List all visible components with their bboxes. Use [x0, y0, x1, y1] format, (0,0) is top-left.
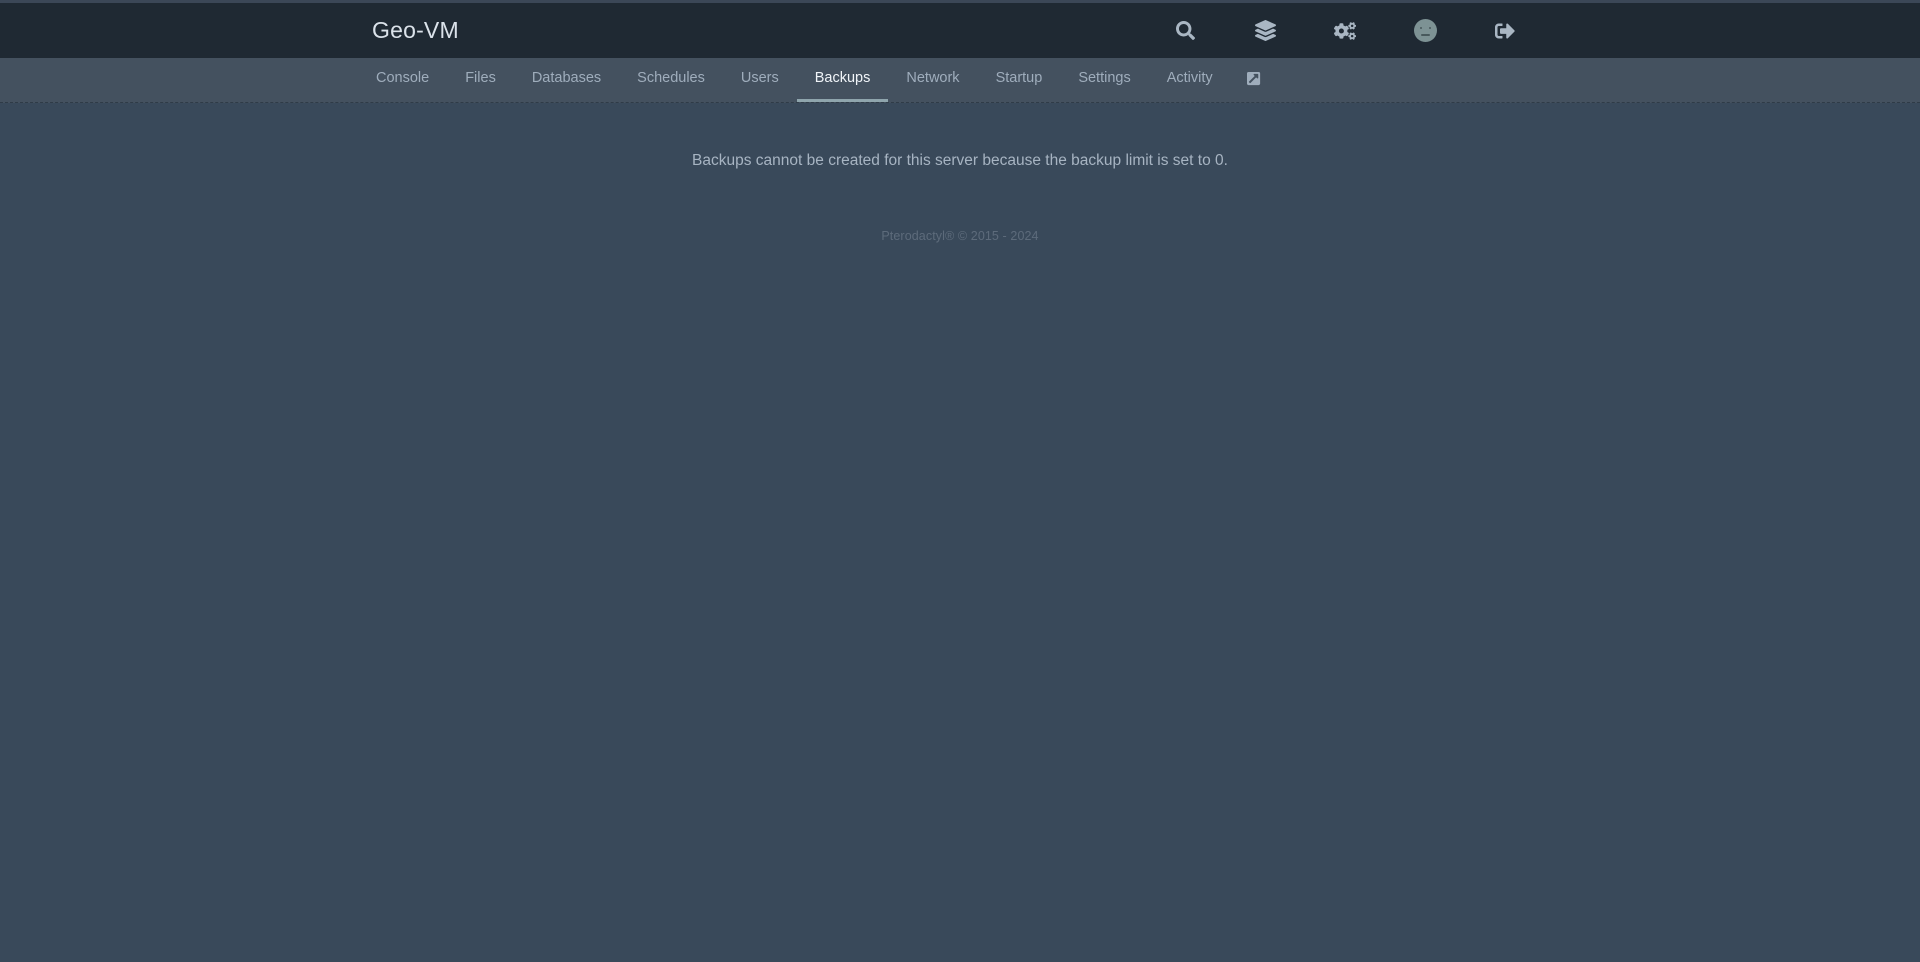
header-icon-group	[1162, 8, 1528, 54]
tab-console[interactable]: Console	[358, 58, 447, 102]
backup-limit-message: Backups cannot be created for this serve…	[692, 152, 1228, 169]
sign-out-icon[interactable]	[1482, 8, 1528, 54]
tab-network[interactable]: Network	[888, 58, 977, 102]
app-header: Geo-VM	[0, 3, 1920, 58]
tab-settings[interactable]: Settings	[1060, 58, 1148, 102]
brand-title[interactable]: Geo-VM	[372, 19, 459, 42]
tab-startup[interactable]: Startup	[978, 58, 1061, 102]
tab-backups[interactable]: Backups	[796, 58, 889, 102]
external-link-icon[interactable]	[1231, 58, 1278, 102]
avatar-mouth	[1420, 34, 1430, 36]
avatar-image	[1413, 19, 1437, 42]
tab-users[interactable]: Users	[723, 58, 797, 102]
avatar[interactable]	[1402, 8, 1448, 54]
tab-databases[interactable]: Databases	[514, 58, 619, 102]
search-icon[interactable]	[1162, 8, 1208, 54]
server-subnav: Console Files Databases Schedules Users …	[0, 58, 1920, 103]
footer-copyright: Pterodactyl® © 2015 - 2024	[881, 228, 1039, 243]
layers-icon[interactable]	[1242, 8, 1288, 54]
tab-activity[interactable]: Activity	[1149, 58, 1231, 102]
main-content: Backups cannot be created for this serve…	[0, 103, 1920, 243]
tab-schedules[interactable]: Schedules	[619, 58, 723, 102]
subnav-items: Console Files Databases Schedules Users …	[358, 58, 1278, 102]
cogs-icon[interactable]	[1322, 8, 1368, 54]
header-inner: Geo-VM	[0, 8, 1920, 54]
tab-files[interactable]: Files	[447, 58, 514, 102]
